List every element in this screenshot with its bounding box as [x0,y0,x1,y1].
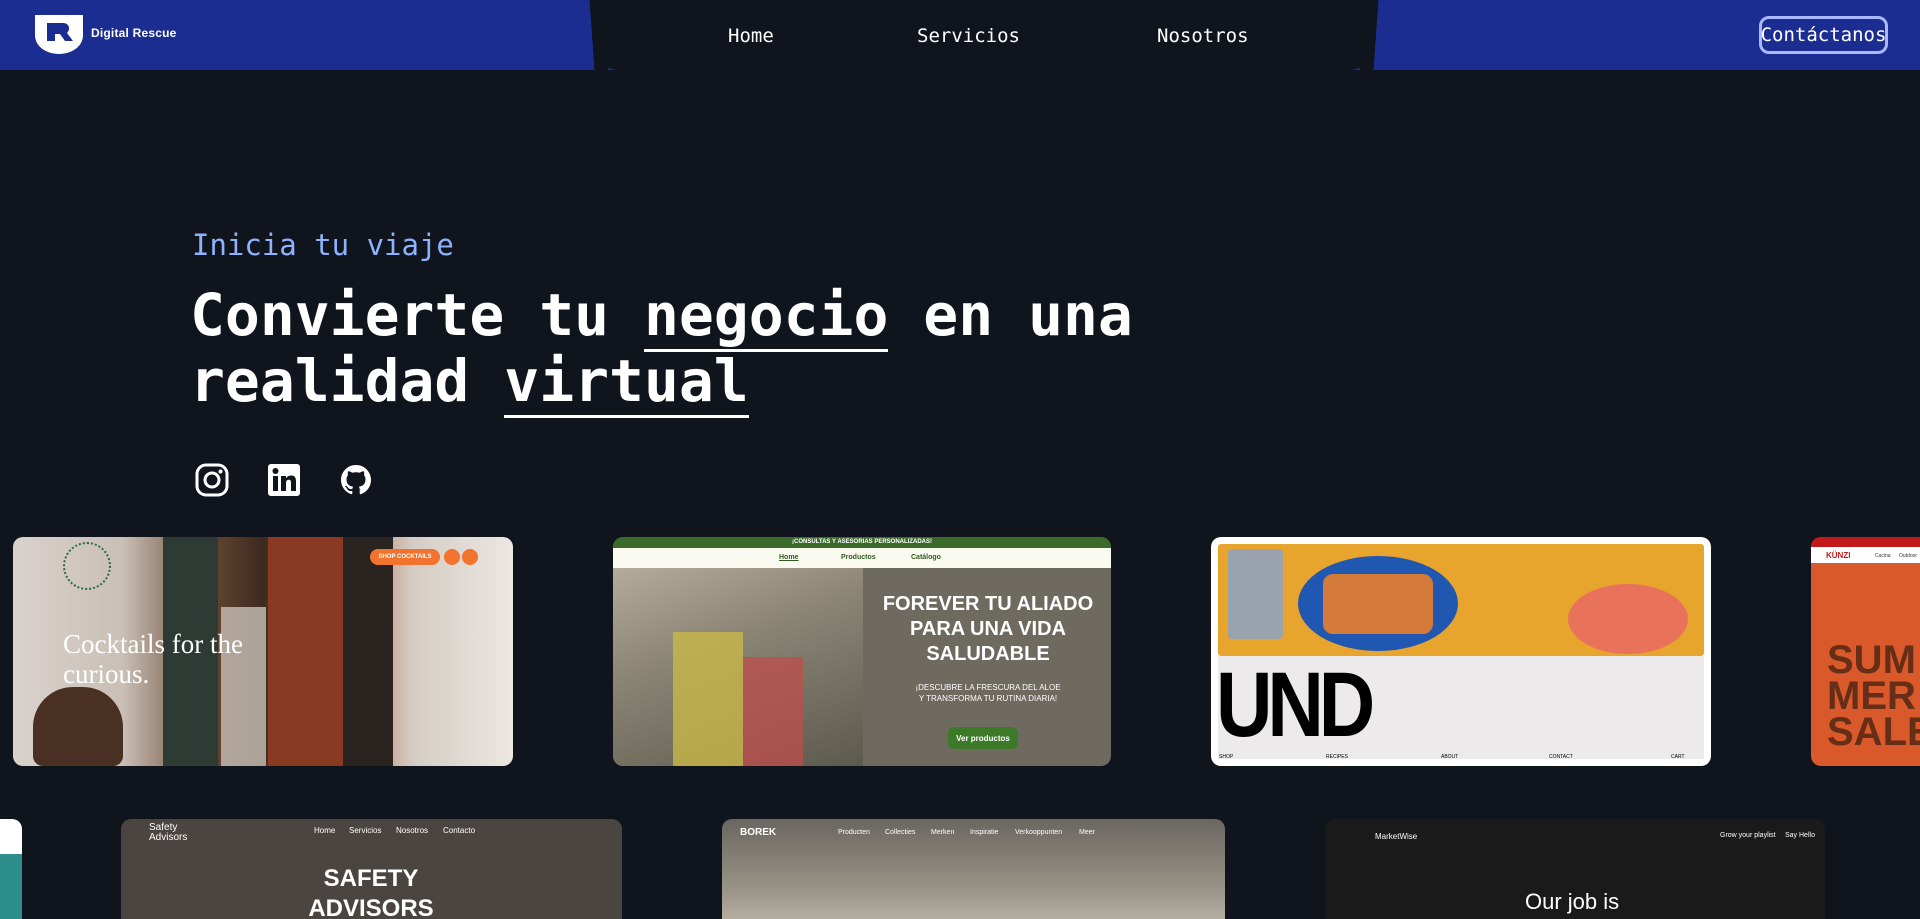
portfolio-card-borek[interactable]: BOREK Producten Collecties Merken Inspir… [722,819,1225,919]
footer-link: ABOUT [1441,754,1459,760]
portfolio-card-forever[interactable]: ¡CONSULTAS Y ASESORIAS PERSONALIZADAS! H… [613,537,1111,766]
nav-link: Meer [1079,829,1095,836]
card-headline: FOREVER TU ALIADO PARA UNA VIDA SALUDABL… [882,593,1094,665]
nav-link: Contacto [443,826,476,835]
nav-link: Servicios [349,826,382,835]
menu-icon [444,549,460,565]
civil-pours-logo [63,542,111,590]
headline-text: Convierte tu [190,281,644,349]
linkedin-icon[interactable] [266,462,302,498]
nav-link: Say Hello [1785,832,1815,839]
headline-text: en una [888,281,1133,349]
contact-button[interactable]: Contáctanos [1759,16,1888,54]
headline-highlight: virtual [504,347,749,418]
card-brand: MarketWise [1375,832,1418,841]
nav-link: Productos [841,554,876,561]
card-title: Cocktails for the curious. [63,629,243,689]
portfolio-card-partial[interactable] [0,819,22,919]
instagram-icon[interactable] [194,462,230,498]
card-brand: KÜNZI [1826,551,1851,560]
nav-servicios[interactable]: Servicios [917,25,1020,47]
nav-link: Catálogo [911,554,941,561]
footer-link: RECIPES [1326,754,1348,760]
bottle [268,537,343,766]
portfolio-card-kunzi[interactable]: KÜNZI Cucina Outdoor SUM MER SALE [1811,537,1920,766]
nav-home[interactable]: Home [728,25,774,47]
headline-text: realidad [190,347,505,415]
tin-can [1228,549,1283,639]
nav-link: Collecties [885,829,916,836]
nav-link: Grow your playlist [1720,832,1776,839]
github-icon[interactable] [338,462,374,498]
product-bottle [743,657,803,766]
nav-link: Producten [838,829,870,836]
ver-productos-button: Ver productos [948,727,1018,749]
site-nav: Home Productos Catálogo [613,548,1111,568]
sale-text: SUM MER SALE [1827,638,1920,754]
hero-eyebrow: Inicia tu viaje [192,228,454,262]
nav-link: Home [314,826,336,835]
top-bar [1811,537,1920,547]
user-icon [462,549,478,565]
card-brand: Safety Advisors [149,822,188,843]
nav-link: Inspiratie [970,829,999,836]
nav-link: Nosotros [396,826,429,835]
card-image [0,854,22,919]
shop-cocktails-pill: SHOP COCKTAILS [370,549,440,565]
food-photo [1218,544,1704,656]
nav-link: Verkooppunten [1015,829,1063,836]
nav-link: Outdoor [1899,553,1918,559]
portfolio-card-civil-pours[interactable]: Cocktails for the curious. SHOP COCKTAIL… [13,537,513,766]
und-logo: UND [1216,654,1375,756]
footer-link: CONTACT [1549,754,1573,760]
headline-highlight: negocio [643,281,889,352]
social-links [194,462,374,498]
portfolio-card-safety-advisors[interactable]: Safety Advisors Home Servicios Nosotros … [121,819,622,919]
plate [1568,584,1688,654]
portfolio-card-und[interactable]: UND SHOP RECIPES ABOUT CONTACT CART [1211,537,1711,766]
product-bottle [673,632,743,766]
card-headline: SAFETY ADVISORS [308,865,434,919]
footer-link: SHOP [1219,754,1234,760]
card-headline: Our job is [1525,889,1620,914]
toast [1323,574,1433,634]
nav-link: Merken [931,829,955,836]
logo[interactable]: Digital Rescue [33,11,177,55]
announcement-bar: ¡CONSULTAS Y ASESORIAS PERSONALIZADAS! [613,537,1111,548]
card-subtext: ¡DESCUBRE LA FRESCURA DEL ALOE Y TRANSFO… [915,683,1061,703]
footer-link: CART [1671,754,1685,760]
nav-nosotros[interactable]: Nosotros [1157,25,1249,47]
nav-link: Home [779,554,799,561]
hero-headline: Convierte tu negocio en una realidad vir… [190,281,1190,418]
logo-text: Digital Rescue [91,26,177,40]
card-brand: BOREK [740,827,777,838]
bottle [343,537,393,766]
cocktail-glass [33,687,123,766]
logo-mark-icon [35,15,83,54]
nav-link: Cucina [1875,553,1891,559]
portfolio-card-marketwise[interactable]: MarketWise Grow your playlist Say Hello … [1325,819,1825,919]
